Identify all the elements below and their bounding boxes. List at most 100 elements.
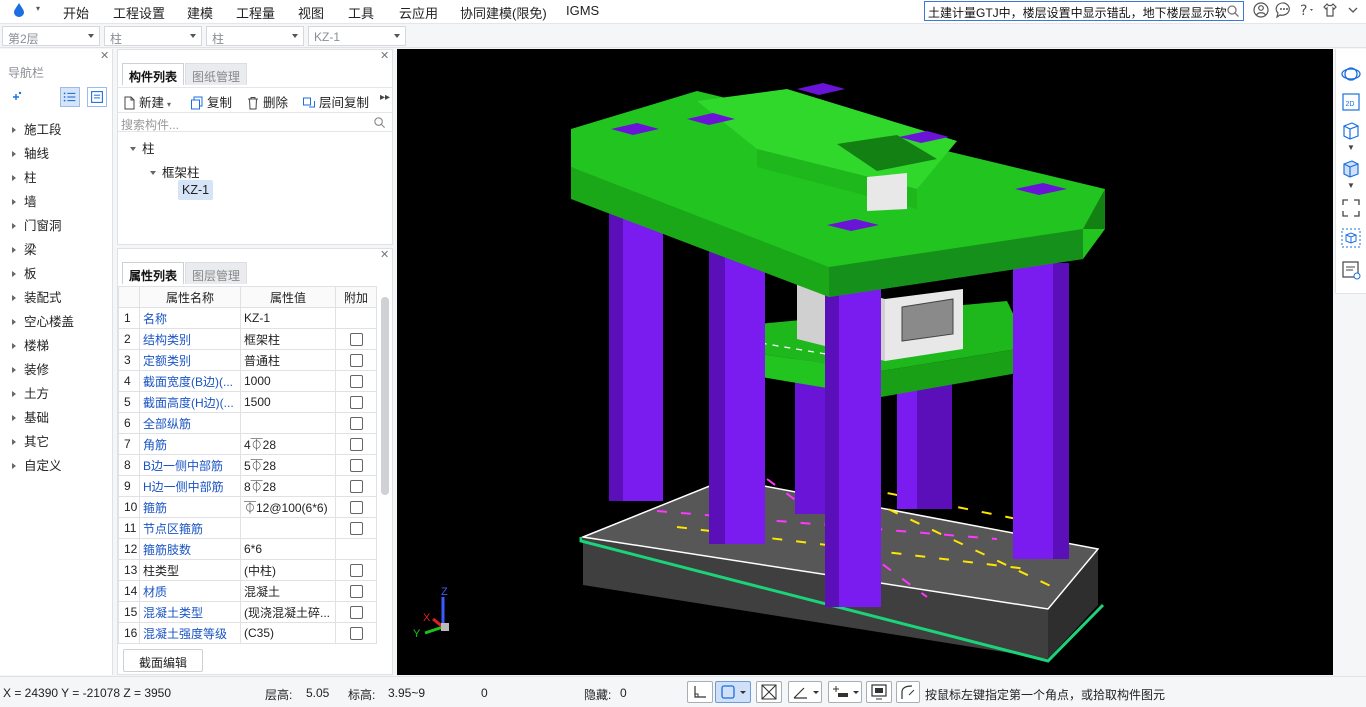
property-row[interactable]: 13 柱类型 (中柱): [118, 559, 377, 581]
nav-item-other[interactable]: 其它: [12, 431, 49, 450]
property-value[interactable]: (C35): [240, 622, 336, 644]
property-row[interactable]: 3 定额类别 普通柱: [118, 349, 377, 371]
property-value[interactable]: (中柱): [240, 559, 336, 581]
component-select[interactable]: KZ-1: [308, 26, 406, 46]
copy-button[interactable]: 复制: [190, 92, 232, 111]
attach-checkbox[interactable]: [349, 438, 363, 452]
attach-checkbox[interactable]: [349, 501, 363, 515]
nav-item-earthwork[interactable]: 土方: [12, 383, 49, 402]
close-icon[interactable]: ✕: [100, 49, 109, 62]
property-row[interactable]: 1 名称 KZ-1: [118, 307, 377, 329]
property-row[interactable]: 8 B边一侧中部筋 5⏁28: [118, 454, 377, 476]
close-icon[interactable]: ✕: [380, 248, 389, 261]
property-row[interactable]: 4 截面宽度(B边)(... 1000: [118, 370, 377, 392]
snap-point-button[interactable]: [828, 681, 862, 703]
property-value[interactable]: [240, 412, 336, 434]
app-logo-icon[interactable]: [14, 3, 24, 17]
property-row[interactable]: 9 H边一侧中部筋 8⏁28: [118, 475, 377, 497]
nav-item-construction-section[interactable]: 施工段: [12, 119, 62, 138]
property-value[interactable]: 普通柱: [240, 349, 336, 371]
property-value[interactable]: 混凝土: [240, 580, 336, 602]
skin-icon[interactable]: [1321, 1, 1339, 19]
arc-tool-button[interactable]: [896, 681, 920, 703]
attach-checkbox[interactable]: [349, 459, 363, 473]
attach-checkbox[interactable]: [349, 522, 363, 536]
close-icon[interactable]: ✕: [380, 49, 389, 62]
add-icon[interactable]: [6, 87, 26, 107]
orbit-icon[interactable]: [1340, 63, 1362, 85]
component-search-input[interactable]: 搜索构件...: [118, 112, 392, 132]
property-row[interactable]: 15 混凝土类型 (现浇混凝土碎...: [118, 601, 377, 623]
nav-item-foundation[interactable]: 基础: [12, 407, 49, 426]
scrollbar-thumb[interactable]: [381, 297, 389, 495]
nav-item-wall[interactable]: 墙: [12, 191, 37, 210]
snap-cross-button[interactable]: [756, 681, 782, 703]
menu-cloud[interactable]: 云应用: [399, 3, 438, 22]
model-box-icon[interactable]: [1340, 227, 1362, 249]
nav-item-prefab[interactable]: 装配式: [12, 287, 62, 306]
help-icon[interactable]: ?: [1298, 1, 1316, 19]
chevron-down-icon[interactable]: ▼: [1347, 181, 1355, 190]
delete-button[interactable]: 删除: [246, 92, 288, 111]
property-row[interactable]: 2 结构类别 框架柱: [118, 328, 377, 350]
snap-rectangle-button[interactable]: [715, 681, 751, 703]
detail-view-icon[interactable]: [87, 87, 107, 107]
property-row[interactable]: 12 箍筋肢数 6*6: [118, 538, 377, 560]
snap-perpendicular-button[interactable]: [687, 681, 713, 703]
more-caret-icon[interactable]: [1344, 1, 1362, 19]
property-scrollbar[interactable]: [381, 297, 389, 495]
nav-item-slab[interactable]: 板: [12, 263, 37, 282]
tab-component-list[interactable]: 构件列表: [122, 63, 184, 85]
dropdown-caret-icon[interactable]: ▾: [167, 100, 171, 109]
user-icon[interactable]: [1252, 1, 1270, 19]
property-row[interactable]: 5 截面高度(H边)(... 1500: [118, 391, 377, 413]
property-row[interactable]: 10 箍筋 ⏁12@100(6*6): [118, 496, 377, 518]
tab-property-list[interactable]: 属性列表: [122, 262, 184, 284]
attach-checkbox[interactable]: [349, 354, 363, 368]
section-edit-button[interactable]: 截面编辑: [123, 649, 203, 672]
tree-node-frame-column[interactable]: 框架柱: [150, 162, 200, 181]
property-value[interactable]: (现浇混凝土碎...: [240, 601, 336, 623]
attach-checkbox[interactable]: [349, 606, 363, 620]
property-row[interactable]: 11 节点区箍筋: [118, 517, 377, 539]
nav-item-custom[interactable]: 自定义: [12, 455, 62, 474]
chevron-down-icon[interactable]: ▼: [1347, 143, 1355, 152]
floor-copy-button[interactable]: 层间复制: [302, 92, 369, 111]
nav-item-axis[interactable]: 轴线: [12, 143, 49, 162]
3d-view-icon[interactable]: [1340, 119, 1362, 141]
tree-node-column[interactable]: 柱: [130, 138, 155, 157]
property-row[interactable]: 7 角筋 4⏁28: [118, 433, 377, 455]
search-icon[interactable]: [1226, 4, 1240, 18]
category-select[interactable]: 柱: [104, 26, 202, 46]
attach-checkbox[interactable]: [349, 375, 363, 389]
nav-item-openings[interactable]: 门窗洞: [12, 215, 62, 234]
chat-icon[interactable]: [1275, 1, 1293, 19]
tree-node-kz1[interactable]: KZ-1: [178, 180, 214, 200]
search-icon[interactable]: [373, 116, 386, 129]
2d-view-icon[interactable]: 2D: [1340, 91, 1362, 113]
property-value[interactable]: KZ-1: [240, 307, 336, 329]
property-value[interactable]: 8⏁28: [240, 475, 336, 497]
snap-angle-button[interactable]: [788, 681, 822, 703]
type-select[interactable]: 柱: [206, 26, 304, 46]
tab-layer-management[interactable]: 图层管理: [185, 262, 247, 284]
property-value[interactable]: [240, 517, 336, 539]
property-row[interactable]: 14 材质 混凝土: [118, 580, 377, 602]
nav-item-decoration[interactable]: 装修: [12, 359, 49, 378]
menu-project-settings[interactable]: 工程设置: [113, 3, 165, 22]
property-value[interactable]: 5⏁28: [240, 454, 336, 476]
nav-item-hollow-floor[interactable]: 空心楼盖: [12, 311, 74, 330]
menu-modeling[interactable]: 建模: [187, 3, 213, 22]
nav-item-beam[interactable]: 梁: [12, 239, 37, 258]
attach-checkbox[interactable]: [349, 417, 363, 431]
attach-checkbox[interactable]: [349, 585, 363, 599]
menu-tools[interactable]: 工具: [348, 3, 374, 22]
property-value[interactable]: 框架柱: [240, 328, 336, 350]
property-value[interactable]: 4⏁28: [240, 433, 336, 455]
menu-quantities[interactable]: 工程量: [236, 3, 275, 22]
cube-view-icon[interactable]: [1340, 157, 1362, 179]
fit-view-icon[interactable]: [1340, 197, 1362, 219]
property-value[interactable]: 1000: [240, 370, 336, 392]
menu-view[interactable]: 视图: [298, 3, 324, 22]
list-view-icon[interactable]: [60, 87, 80, 107]
